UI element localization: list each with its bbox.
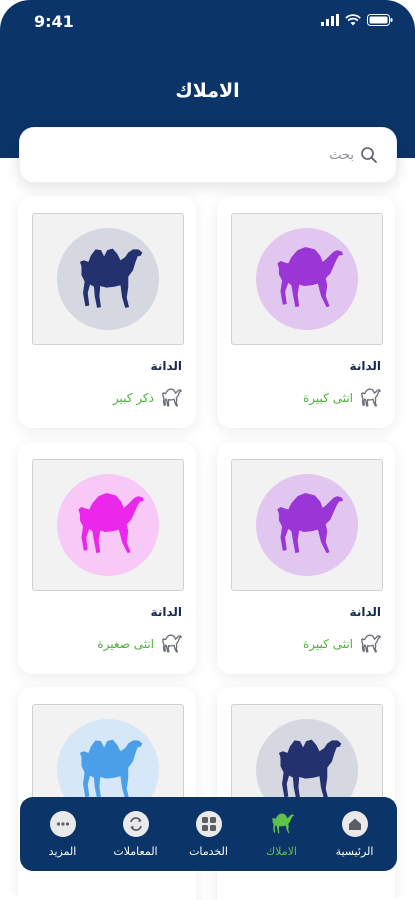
card-type-label: انثى كبيرة [303,391,353,405]
card-type: انثى كبيرة [303,387,381,409]
card-type: انثى كبيرة [303,633,381,655]
camel-outline-icon [360,634,381,653]
card-image [231,459,383,591]
status-bar: 9:41 [0,0,415,44]
card-type-label: انثى كبيرة [303,637,353,651]
status-icons [321,14,393,26]
camel-avatar [57,228,159,330]
card-type: انثى صغيرة [97,633,182,655]
tab-label: المزيد [48,844,77,858]
tab-item[interactable]: الاملاك [247,811,317,858]
camel-avatar [57,474,159,576]
property-card[interactable]: الدانة ذكر كبير [18,196,196,428]
tab-label: المعاملات [113,844,158,858]
property-card[interactable]: الدانة انثى صغيرة [18,442,196,674]
camel-avatar [256,228,358,330]
card-name: الدانة [349,359,381,373]
tab-item[interactable]: الخدمات [174,810,244,858]
search-input[interactable] [54,147,354,163]
battery-icon [367,14,393,26]
camel-outline-icon [360,388,381,407]
swap-icon [122,810,149,837]
tab-item[interactable]: المزيد [28,810,98,858]
card-type-label: انثى صغيرة [97,637,154,651]
bottom-tab-bar: الرئيسية الاملاك الخدمات المعاملات المزي… [20,797,397,871]
camel-icon [269,811,295,837]
tab-label: الرئيسية [335,844,374,858]
page-title: الاملاك [175,80,240,102]
card-image [32,459,184,591]
camel-avatar [256,474,358,576]
app-screen: 9:41 الاملاك الدانة انثى كبيرة الدانة ذك… [0,0,415,900]
card-type: ذكر كبير [113,387,182,409]
card-type-label: ذكر كبير [112,391,154,405]
camel-outline-icon [161,388,182,407]
tab-label: الخدمات [189,844,228,858]
grid-icon [195,810,222,837]
search-bar[interactable] [19,127,397,183]
search-icon [361,147,377,163]
card-name: الدانة [349,605,381,619]
status-time: 9:41 [34,12,74,31]
card-name: الدانة [150,605,182,619]
card-image [32,213,184,345]
home-icon [341,810,368,837]
tab-item[interactable]: المعاملات [101,810,171,858]
camel-outline-icon [161,634,182,653]
card-name: الدانة [150,359,182,373]
more-icon [49,810,76,837]
property-card[interactable]: الدانة انثى كبيرة [217,196,395,428]
tab-item[interactable]: الرئيسية [320,810,390,858]
card-image [231,213,383,345]
property-card[interactable]: الدانة انثى كبيرة [217,442,395,674]
wifi-icon [345,14,361,26]
signal-icon [321,14,339,26]
tab-label: الاملاك [266,844,297,858]
